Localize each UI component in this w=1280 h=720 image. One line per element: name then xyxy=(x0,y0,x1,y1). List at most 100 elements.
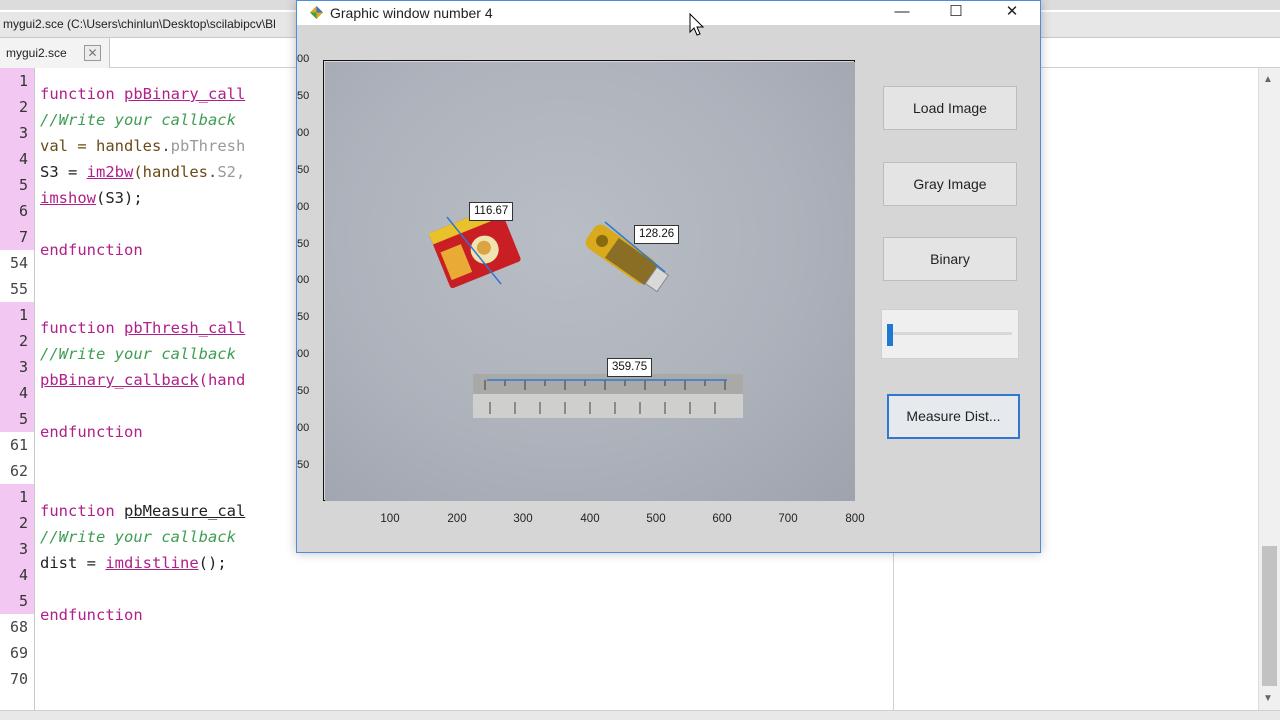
keyword: function xyxy=(40,502,115,520)
function-name: pbMeasure_cal xyxy=(124,502,246,520)
line-number-gutter: 1 2 3 4 5 6 7 54 55 1 2 3 4 5 61 62 1 2 … xyxy=(0,68,35,710)
code-text: S3 = xyxy=(40,163,87,181)
code-text: val = handles. xyxy=(40,137,171,155)
code-line[interactable]: //Write your callback xyxy=(40,341,236,367)
code-line[interactable]: imshow(S3); xyxy=(40,185,143,211)
line-number: 4 xyxy=(0,146,34,172)
maximize-icon[interactable]: ☐ xyxy=(933,1,979,25)
line-number: 6 xyxy=(0,198,34,224)
x-tick-label: 600 xyxy=(712,513,732,525)
scroll-up-icon[interactable]: ▲ xyxy=(1263,74,1273,85)
code-line[interactable]: function pbThresh_call xyxy=(40,315,245,341)
tab-close-icon[interactable]: ✕ xyxy=(84,45,101,61)
code-line[interactable]: //Write your callback xyxy=(40,107,236,133)
y-tick-label: 50 xyxy=(297,90,310,102)
line-number: 3 xyxy=(0,536,34,562)
library-call: imdistline xyxy=(105,554,199,572)
line-number: 4 xyxy=(0,562,34,588)
x-tick-label: 800 xyxy=(845,513,865,525)
graphic-window[interactable]: Graphic window number 4 — ☐ ✕ 00 50 00 5… xyxy=(296,0,1041,553)
code-line[interactable]: pbBinary_callback(hand xyxy=(40,367,245,393)
line-number: 1 xyxy=(0,68,34,94)
code-text: (S3); xyxy=(96,189,143,207)
gray-image-button[interactable]: Gray Image xyxy=(883,162,1017,206)
graphic-window-title-bar[interactable]: Graphic window number 4 — ☐ ✕ xyxy=(297,1,1040,25)
x-tick-label: 300 xyxy=(513,513,533,525)
y-tick-label: 00 xyxy=(297,127,310,139)
distance-label[interactable]: 128.26 xyxy=(634,225,680,244)
code-line[interactable]: dist = imdistline(); xyxy=(40,550,227,576)
threshold-slider[interactable] xyxy=(881,309,1019,359)
line-number: 3 xyxy=(0,354,34,380)
tab-mygui2[interactable]: mygui2.sce ✕ xyxy=(0,38,110,68)
minimize-icon[interactable]: — xyxy=(879,1,925,25)
distance-label[interactable]: 116.67 xyxy=(469,202,514,221)
x-tick-label: 400 xyxy=(580,513,600,525)
line-number: 68 xyxy=(9,618,28,636)
line-number: 5 xyxy=(0,406,34,432)
line-number: 1 xyxy=(0,484,34,510)
code-line[interactable]: S3 = im2bw(handles.S2, xyxy=(40,159,245,185)
y-tick-label: 00 xyxy=(297,274,310,286)
y-tick-label: 00 xyxy=(297,201,310,213)
scrollbar-thumb[interactable] xyxy=(1262,546,1277,686)
code-line[interactable]: endfunction xyxy=(40,237,143,263)
x-tick-label: 700 xyxy=(778,513,798,525)
line-number: 2 xyxy=(0,328,34,354)
keyword: function xyxy=(40,319,115,337)
y-tick-label: 00 xyxy=(297,53,310,65)
code-line[interactable]: function pbBinary_call xyxy=(40,81,245,107)
slider-track[interactable] xyxy=(888,332,1012,335)
line-number: 2 xyxy=(0,94,34,120)
code-line[interactable]: function pbMeasure_cal xyxy=(40,498,245,524)
y-tick-label: 50 xyxy=(297,164,310,176)
slider-thumb[interactable] xyxy=(887,324,894,346)
y-tick-label: 50 xyxy=(297,311,310,323)
line-number: 69 xyxy=(9,644,28,662)
close-icon[interactable]: ✕ xyxy=(989,1,1035,25)
displayed-image[interactable] xyxy=(325,62,855,501)
keyword: endfunction xyxy=(40,423,143,441)
load-image-button[interactable]: Load Image xyxy=(883,86,1017,130)
function-name: pbThresh_call xyxy=(124,319,246,337)
library-call: im2bw xyxy=(86,163,134,181)
y-tick-label: 50 xyxy=(297,385,310,397)
scroll-down-icon[interactable]: ▼ xyxy=(1263,693,1273,704)
code-text: pbThresh xyxy=(170,137,246,155)
tab-label: mygui2.sce xyxy=(6,46,67,60)
y-tick-label: 50 xyxy=(297,238,310,250)
code-line[interactable]: endfunction xyxy=(40,419,143,445)
line-number: 1 xyxy=(0,302,34,328)
window-title: Graphic window number 4 xyxy=(330,5,493,21)
keyword: endfunction xyxy=(40,606,143,624)
library-call: imshow xyxy=(40,189,96,207)
y-tick-label: 50 xyxy=(297,459,310,471)
line-number: 55 xyxy=(9,280,28,298)
x-tick-label: 200 xyxy=(447,513,467,525)
editor-file-path: mygui2.sce (C:\Users\chinlun\Desktop\sci… xyxy=(3,17,276,31)
binary-button[interactable]: Binary xyxy=(883,237,1017,281)
editor-scrollbar[interactable]: ▲ ▼ xyxy=(1258,68,1280,710)
x-tick-label: 100 xyxy=(380,513,400,525)
image-axes[interactable]: 116.67 128.26 359.75 xyxy=(323,60,855,501)
code-line[interactable]: //Write your callback xyxy=(40,524,236,550)
distance-label[interactable]: 359.75 xyxy=(607,358,653,377)
keyword: function xyxy=(40,85,115,103)
editor-margin-line xyxy=(893,552,894,710)
line-number: 70 xyxy=(9,670,28,688)
code-text: (); xyxy=(198,554,227,572)
keyword: endfunction xyxy=(40,241,143,259)
line-number: 54 xyxy=(9,254,28,272)
line-number: 2 xyxy=(0,510,34,536)
y-tick-label: 00 xyxy=(297,348,310,360)
library-call: pbBinary_callback xyxy=(40,371,199,389)
code-line[interactable]: endfunction xyxy=(40,602,143,628)
scilab-app-icon xyxy=(310,6,323,19)
line-number: 5 xyxy=(0,588,34,614)
comment: //Write your callback xyxy=(40,111,236,129)
code-line[interactable]: val = handles.pbThresh xyxy=(40,133,245,159)
y-tick-label: 00 xyxy=(297,422,310,434)
line-number: 7 xyxy=(0,224,34,250)
photo-content xyxy=(428,204,743,418)
measure-distance-button[interactable]: Measure Dist... xyxy=(887,394,1020,439)
